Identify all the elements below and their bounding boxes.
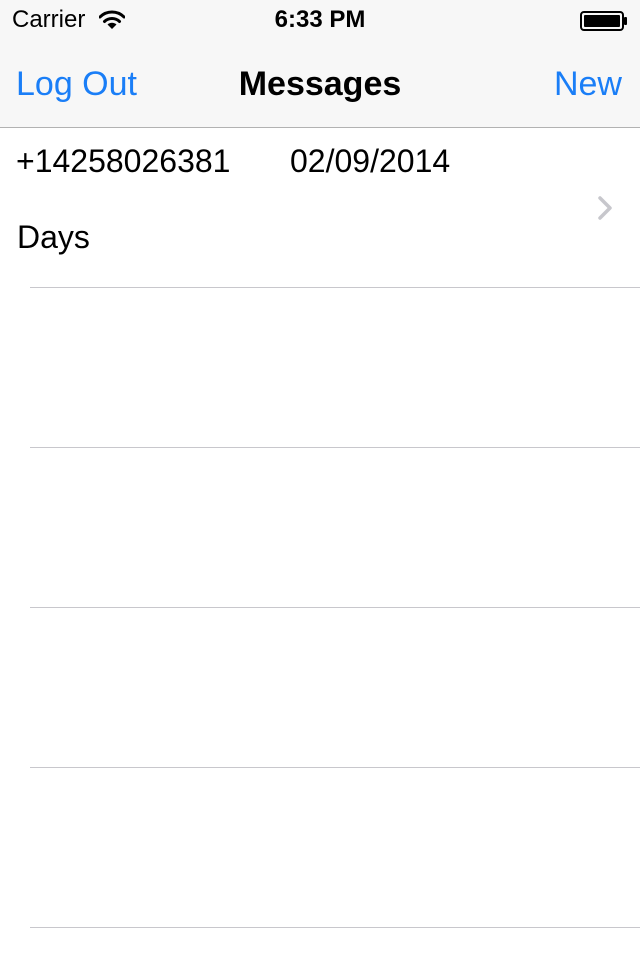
messages-table[interactable]: +14258026381 02/09/2014 Days [0,128,640,960]
empty-row [0,768,640,928]
message-phone: +14258026381 [16,143,231,179]
chevron-right-icon [598,196,612,220]
status-time: 6:33 PM [274,6,366,33]
new-message-button[interactable]: New [554,64,622,104]
status-bar: Carrier 6:33 PM [0,0,640,40]
empty-row [0,448,640,608]
message-preview: Days [17,219,90,255]
empty-row [0,608,640,768]
empty-row [0,288,640,448]
message-date: 02/09/2014 [290,143,451,179]
app-screen: Carrier 6:33 PM Log Out Messages New +14… [0,0,640,960]
navigation-bar: Log Out Messages New [0,40,640,128]
battery-icon [580,11,627,31]
message-row[interactable]: +14258026381 02/09/2014 Days [0,128,640,288]
page-title: Messages [238,65,402,103]
